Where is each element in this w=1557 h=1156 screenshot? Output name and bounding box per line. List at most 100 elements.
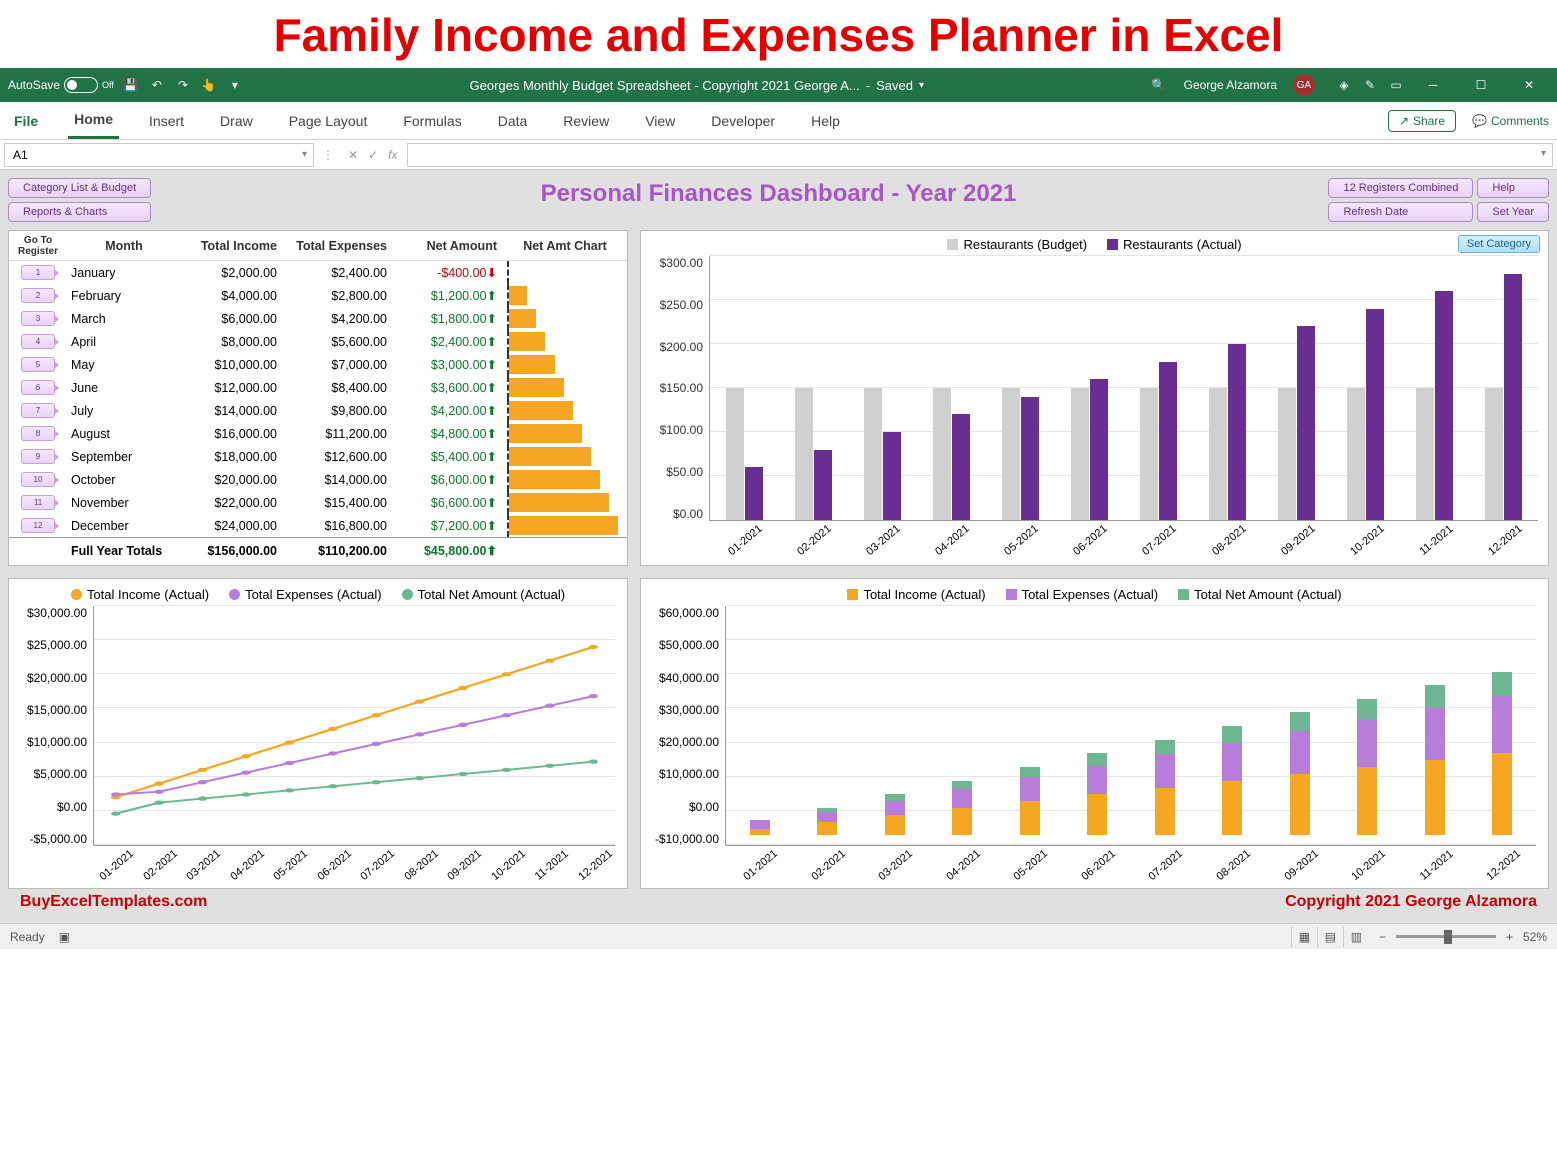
table-row: 8 August $16,000.00 $11,200.00 $4,800.00…: [9, 422, 627, 445]
stacked-chart: Total Income (Actual) Total Expenses (Ac…: [640, 578, 1549, 889]
close-button[interactable]: ✕: [1509, 70, 1549, 100]
goto-register-button[interactable]: 5: [21, 357, 55, 372]
diamond-icon[interactable]: ◈: [1335, 76, 1353, 94]
redo-icon[interactable]: ↷: [174, 76, 192, 94]
footer-copyright: Copyright 2021 George Alzamora: [1285, 893, 1537, 911]
tab-view[interactable]: View: [639, 102, 681, 139]
save-icon[interactable]: 💾: [122, 76, 140, 94]
tab-help[interactable]: Help: [805, 102, 846, 139]
normal-view-icon[interactable]: ▦: [1291, 927, 1317, 947]
expenses-segment: [1222, 743, 1242, 781]
goto-register-button[interactable]: 9: [21, 449, 55, 464]
tab-draw[interactable]: Draw: [214, 102, 259, 139]
enter-icon[interactable]: ✓: [368, 148, 378, 162]
table-row: 10 October $20,000.00 $14,000.00 $6,000.…: [9, 468, 627, 491]
zoom-slider[interactable]: [1396, 935, 1496, 938]
net-segment: [1155, 740, 1175, 754]
dropdown-icon[interactable]: ▾: [226, 76, 244, 94]
fx-icon[interactable]: fx: [388, 148, 397, 162]
touch-icon[interactable]: 👆: [200, 76, 218, 94]
arrow-up-icon: ⬆: [487, 473, 497, 487]
zoom-out-icon[interactable]: −: [1379, 930, 1386, 944]
table-row: 4 April $8,000.00 $5,600.00 $2,400.00⬆: [9, 330, 627, 353]
mini-bar: [509, 355, 555, 374]
tab-developer[interactable]: Developer: [705, 102, 781, 139]
mini-bar: [509, 516, 618, 535]
goto-register-button[interactable]: 6: [21, 380, 55, 395]
registers-combined-button[interactable]: 12 Registers Combined: [1328, 178, 1473, 198]
tab-review[interactable]: Review: [557, 102, 615, 139]
tab-page-layout[interactable]: Page Layout: [283, 102, 374, 139]
table-row: 1 January $2,000.00 $2,400.00 -$400.00⬇: [9, 261, 627, 284]
tab-insert[interactable]: Insert: [143, 102, 190, 139]
goto-register-button[interactable]: 10: [21, 472, 55, 487]
arrow-down-icon: ⬇: [487, 266, 497, 280]
search-icon[interactable]: 🔍: [1150, 76, 1168, 94]
budget-bar: [1002, 388, 1020, 520]
expenses-segment: [1425, 708, 1445, 761]
income-segment: [1020, 801, 1040, 835]
page-break-view-icon[interactable]: ▥: [1343, 927, 1369, 947]
actual-bar: [1090, 379, 1108, 520]
user-avatar[interactable]: GA: [1293, 74, 1315, 96]
actual-bar: [1435, 291, 1453, 520]
cancel-icon[interactable]: ✕: [348, 148, 358, 162]
macro-recorder-icon[interactable]: ▣: [59, 930, 70, 944]
goto-register-button[interactable]: 11: [21, 495, 55, 510]
user-name[interactable]: George Alzamora: [1184, 78, 1277, 92]
comments-button[interactable]: 💬Comments: [1472, 114, 1549, 128]
table-row: 9 September $18,000.00 $12,600.00 $5,400…: [9, 445, 627, 468]
arrow-up-icon: ⬆: [487, 335, 497, 349]
autosave-toggle[interactable]: AutoSave Off: [8, 77, 114, 93]
tab-home[interactable]: Home: [68, 102, 119, 139]
mini-bar: [509, 309, 536, 328]
legend-net-sq-icon: [1178, 589, 1189, 600]
tab-formulas[interactable]: Formulas: [397, 102, 467, 139]
income-segment: [885, 815, 905, 835]
category-list-button[interactable]: Category List & Budget: [8, 178, 151, 198]
tab-file[interactable]: File: [8, 102, 44, 139]
set-category-button[interactable]: Set Category: [1458, 235, 1540, 253]
goto-register-button[interactable]: 3: [21, 311, 55, 326]
tab-data[interactable]: Data: [492, 102, 534, 139]
name-box[interactable]: A1: [4, 143, 314, 167]
ribbon-display-icon[interactable]: ▭: [1387, 76, 1405, 94]
zoom-in-icon[interactable]: +: [1506, 930, 1513, 944]
set-year-button[interactable]: Set Year: [1477, 202, 1549, 222]
zoom-level[interactable]: 52%: [1523, 930, 1547, 944]
net-segment: [1357, 699, 1377, 719]
share-button[interactable]: ↗Share: [1388, 110, 1456, 132]
toggle-icon: [64, 77, 98, 93]
goto-register-button[interactable]: 7: [21, 403, 55, 418]
arrow-up-icon: ⬆: [487, 404, 497, 418]
maximize-button[interactable]: ☐: [1461, 70, 1501, 100]
net-segment: [1222, 726, 1242, 742]
table-row: 6 June $12,000.00 $8,400.00 $3,600.00⬆: [9, 376, 627, 399]
formula-input[interactable]: [407, 143, 1553, 167]
expenses-segment: [1020, 777, 1040, 801]
goto-register-button[interactable]: 4: [21, 334, 55, 349]
table-row: 12 December $24,000.00 $16,800.00 $7,200…: [9, 514, 627, 537]
brush-icon[interactable]: ✎: [1361, 76, 1379, 94]
undo-icon[interactable]: ↶: [148, 76, 166, 94]
table-row: 7 July $14,000.00 $9,800.00 $4,200.00⬆: [9, 399, 627, 422]
goto-register-button[interactable]: 12: [21, 518, 55, 533]
mini-bar: [509, 424, 582, 443]
expenses-segment: [817, 812, 837, 822]
table-row: 5 May $10,000.00 $7,000.00 $3,000.00⬆: [9, 353, 627, 376]
reports-charts-button[interactable]: Reports & Charts: [8, 202, 151, 222]
legend-expenses-icon: [229, 589, 240, 600]
help-button[interactable]: Help: [1477, 178, 1549, 198]
net-segment: [1087, 753, 1107, 765]
goto-register-button[interactable]: 2: [21, 288, 55, 303]
minimize-button[interactable]: ─: [1413, 70, 1453, 100]
goto-register-button[interactable]: 1: [21, 265, 55, 280]
goto-register-button[interactable]: 8: [21, 426, 55, 441]
comment-icon: 💬: [1472, 114, 1487, 128]
income-segment: [1222, 781, 1242, 836]
page-layout-view-icon[interactable]: ▤: [1317, 927, 1343, 947]
refresh-date-button[interactable]: Refresh Date: [1328, 202, 1473, 222]
banner-title: Family Income and Expenses Planner in Ex…: [0, 0, 1557, 68]
actual-bar: [1366, 309, 1384, 520]
expenses-segment: [952, 789, 972, 808]
